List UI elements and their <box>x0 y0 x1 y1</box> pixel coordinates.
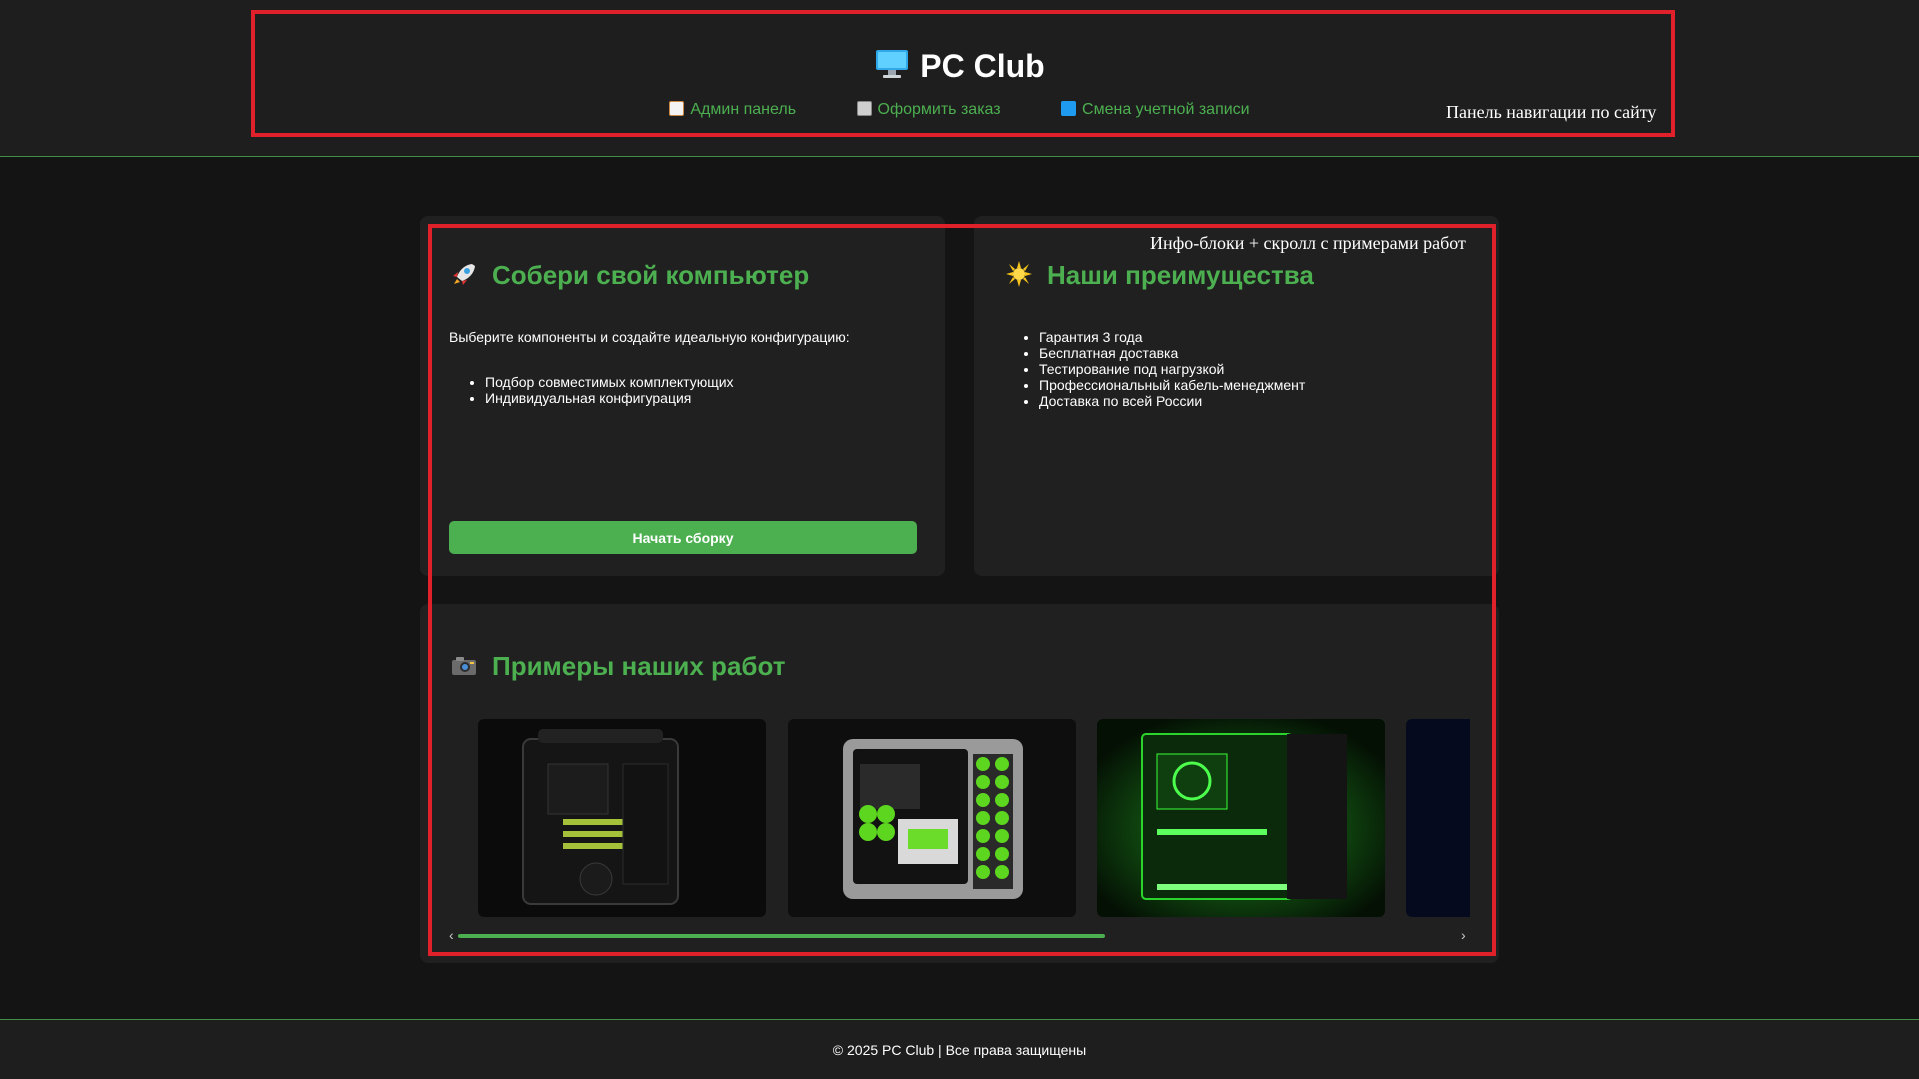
memo-icon <box>669 101 685 116</box>
rocket-icon <box>453 264 475 285</box>
list-item: Тестирование под нагрузкой <box>1039 361 1305 377</box>
nav-switch-account-label: Смена учетной записи <box>1082 101 1250 118</box>
scroll-right-arrow[interactable]: › <box>1461 926 1466 944</box>
gallery-scrollbar[interactable] <box>458 934 1470 938</box>
list-item: Индивидуальная конфигурация <box>485 390 734 406</box>
list-item: Подбор совместимых комплектующих <box>485 374 734 390</box>
nav-switch-account[interactable]: Смена учетной записи <box>1061 99 1250 121</box>
site-header: PC Club Админ панель Оформить заказ Смен… <box>0 0 1919 157</box>
start-build-button[interactable]: Начать сборку <box>449 521 917 554</box>
nav-admin-panel-label: Админ панель <box>690 101 797 118</box>
advantages-list: Гарантия 3 года Бесплатная доставка Тест… <box>1003 329 1305 409</box>
gallery-image-3[interactable] <box>1097 719 1385 917</box>
list-item: Гарантия 3 года <box>1039 329 1305 345</box>
gallery-title-text: Примеры наших работ <box>492 651 786 681</box>
gallery-scrollbar-thumb[interactable] <box>458 934 1105 938</box>
desktop-computer-icon <box>876 50 909 78</box>
nav-place-order[interactable]: Оформить заказ <box>856 99 1001 121</box>
gallery-title: Примеры наших работ <box>450 651 785 682</box>
pc-case-green-glow-image <box>1097 719 1385 917</box>
gallery-image-1[interactable] <box>478 719 766 917</box>
list-item: Бесплатная доставка <box>1039 345 1305 361</box>
advantages-card-title-text: Наши преимущества <box>1047 260 1314 290</box>
pc-case-green-hex-image <box>788 719 1076 917</box>
content-annotation-label: Инфо-блоки + скролл с примерами работ <box>1150 233 1466 253</box>
cart-icon <box>856 101 872 116</box>
site-footer: © 2025 PC Club | Все права защищены <box>0 1019 1919 1079</box>
scroll-left-arrow[interactable]: ‹ <box>449 926 454 944</box>
pc-case-dark-image <box>478 719 766 917</box>
list-item: Профессиональный кабель-менеджмент <box>1039 377 1305 393</box>
advantages-card-title: Наши преимущества <box>1005 260 1314 291</box>
build-card-title-text: Собери свой компьютер <box>492 260 810 290</box>
nav-annotation-label: Панель навигации по сайту <box>1446 102 1657 122</box>
swap-arrows-icon <box>1061 101 1077 116</box>
copyright-text: © 2025 PC Club | Все права защищены <box>832 1042 1087 1058</box>
sun-icon <box>1006 261 1032 287</box>
nav-place-order-label: Оформить заказ <box>877 101 1001 118</box>
gallery-image-4[interactable] <box>1406 719 1470 917</box>
site-brand[interactable]: PC Club <box>0 44 1919 88</box>
build-card-list: Подбор совместимых комплектующих Индивид… <box>449 374 734 406</box>
list-item: Доставка по всей России <box>1039 393 1305 409</box>
build-card-intro: Выберите компоненты и создайте идеальную… <box>449 329 850 345</box>
pc-case-blue-image <box>1406 719 1470 917</box>
gallery-image-2[interactable] <box>788 719 1076 917</box>
build-card-title: Собери свой компьютер <box>450 260 809 291</box>
camera-icon <box>452 657 476 675</box>
site-title: PC Club <box>920 48 1045 84</box>
nav-admin-panel[interactable]: Админ панель <box>669 99 796 121</box>
